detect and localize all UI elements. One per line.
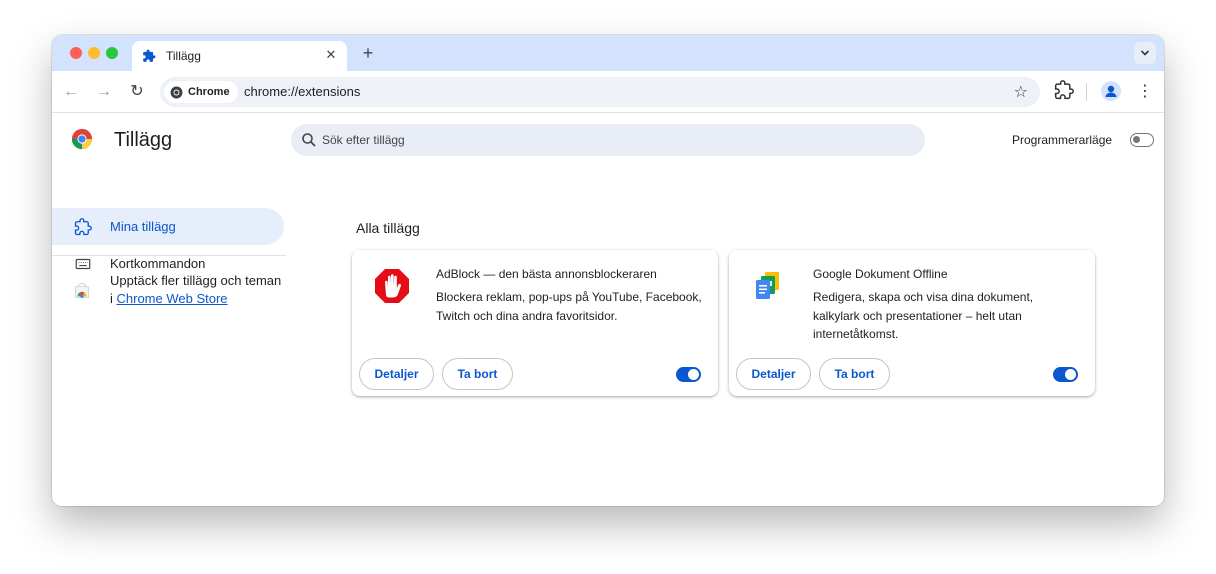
details-button[interactable]: Detaljer bbox=[736, 358, 811, 390]
details-button[interactable]: Detaljer bbox=[359, 358, 434, 390]
extension-name: AdBlock — den bästa annonsblockeraren bbox=[436, 267, 657, 281]
keyboard-icon bbox=[75, 258, 91, 270]
sidebar-item-my-extensions[interactable]: Mina tillägg bbox=[52, 208, 284, 245]
sidebar-item-label: Mina tillägg bbox=[110, 219, 176, 234]
developer-mode-toggle[interactable] bbox=[1130, 133, 1154, 147]
toggle-knob bbox=[1065, 369, 1076, 380]
maximize-window-button[interactable] bbox=[106, 47, 118, 59]
search-icon bbox=[302, 133, 316, 147]
extension-card-adblock: AdBlock — den bästa annonsblockeraren Bl… bbox=[352, 250, 718, 396]
browser-window: Tillägg ✕ + ← → ↻ Chrome chrome://extens… bbox=[52, 35, 1164, 506]
page-title: Tillägg bbox=[114, 129, 173, 151]
reload-button[interactable]: ↻ bbox=[126, 81, 148, 103]
chrome-icon bbox=[170, 86, 183, 98]
chrome-logo-icon bbox=[71, 128, 93, 150]
toggle-knob bbox=[688, 369, 699, 380]
site-chip[interactable]: Chrome bbox=[164, 81, 238, 103]
profile-avatar-icon[interactable] bbox=[1101, 81, 1121, 101]
address-bar[interactable]: Chrome chrome://extensions ☆ bbox=[160, 77, 1040, 107]
discover-text: Upptäck fler tillägg och teman i Chrome … bbox=[110, 272, 285, 308]
extension-name: Google Dokument Offline bbox=[813, 267, 948, 281]
close-window-button[interactable] bbox=[70, 47, 82, 59]
tab-extensions[interactable]: Tillägg ✕ bbox=[132, 41, 347, 71]
more-menu-icon[interactable]: ⋮ bbox=[1137, 81, 1153, 103]
search-input[interactable]: Sök efter tillägg bbox=[291, 124, 925, 156]
remove-button[interactable]: Ta bort bbox=[442, 358, 513, 390]
tab-title: Tillägg bbox=[166, 49, 201, 63]
extension-description: Blockera reklam, pop-ups på YouTube, Fac… bbox=[436, 290, 702, 323]
adblock-stop-hand-icon bbox=[375, 269, 409, 303]
bookmark-star-icon[interactable]: ☆ bbox=[1014, 82, 1028, 102]
extension-enabled-toggle[interactable] bbox=[676, 367, 701, 382]
close-tab-icon[interactable]: ✕ bbox=[323, 47, 339, 63]
chrome-web-store-icon bbox=[74, 283, 90, 299]
toolbar-divider bbox=[1086, 83, 1087, 101]
extension-enabled-toggle[interactable] bbox=[1053, 367, 1078, 382]
sidebar-divider bbox=[52, 255, 286, 256]
search-placeholder: Sök efter tillägg bbox=[322, 133, 405, 147]
puzzle-icon bbox=[74, 218, 92, 236]
extensions-page: Tillägg Sök efter tillägg Programmerarlä… bbox=[52, 114, 1164, 506]
forward-button[interactable]: → bbox=[93, 81, 115, 103]
toolbar: ← → ↻ Chrome chrome://extensions ☆ ⋮ bbox=[52, 71, 1164, 113]
toggle-knob bbox=[1133, 136, 1140, 143]
section-title: Alla tillägg bbox=[356, 220, 420, 236]
back-button[interactable]: ← bbox=[60, 81, 82, 103]
tab-search-chevron-icon[interactable] bbox=[1134, 42, 1156, 64]
chrome-web-store-link[interactable]: Chrome Web Store bbox=[117, 291, 228, 306]
site-chip-label: Chrome bbox=[188, 86, 230, 98]
remove-button[interactable]: Ta bort bbox=[819, 358, 890, 390]
extensions-puzzle-icon[interactable] bbox=[1054, 80, 1074, 100]
tab-strip: Tillägg ✕ + bbox=[52, 35, 1164, 71]
new-tab-button[interactable]: + bbox=[357, 42, 379, 64]
minimize-window-button[interactable] bbox=[88, 47, 100, 59]
extension-description: Redigera, skapa och visa dina dokument, … bbox=[813, 290, 1034, 341]
puzzle-icon bbox=[143, 49, 156, 62]
developer-mode-label: Programmerarläge bbox=[1012, 133, 1113, 147]
url-text[interactable]: chrome://extensions bbox=[244, 84, 360, 99]
google-docs-offline-icon bbox=[756, 272, 779, 299]
extension-card-google-docs-offline: Google Dokument Offline Redigera, skapa … bbox=[729, 250, 1095, 396]
sidebar-item-label: Kortkommandon bbox=[110, 256, 206, 271]
